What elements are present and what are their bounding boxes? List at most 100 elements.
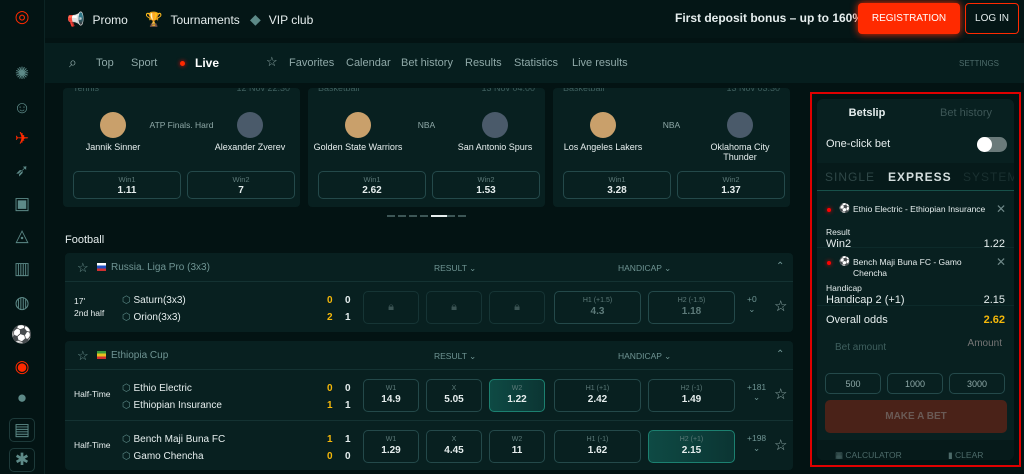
fortune-wheel-icon[interactable]: ◍ <box>11 292 33 314</box>
registration-button[interactable]: REGISTRATION <box>858 3 960 34</box>
casino-chip-icon[interactable]: ✺ <box>11 63 33 85</box>
target-icon[interactable]: ◉ <box>11 356 33 378</box>
more-markets-button[interactable]: +181 ⌄ <box>747 382 766 403</box>
odds-win1-button[interactable]: Win1 3.28 <box>563 171 671 199</box>
odds-button[interactable]: 🔒︎ <box>426 291 482 324</box>
league-header[interactable]: ☆ Russia. Liga Pro (3x3) RESULT ⌄ HANDICAP … <box>65 253 793 282</box>
type-express[interactable]: EXPRESS <box>888 170 952 184</box>
collapse-chevron-icon[interactable]: ⌃ <box>776 261 784 272</box>
search-icon[interactable]: ⌕ <box>69 54 77 71</box>
tab-betslip[interactable]: Betslip <box>817 99 917 127</box>
odds-button[interactable]: 🔒︎ <box>363 291 419 324</box>
odds-button[interactable]: H2 (+1) 2.15 <box>648 430 735 463</box>
favorite-star-icon[interactable]: ☆ <box>77 348 89 364</box>
match-row[interactable]: 17' 2nd half ⬡ Saturn(3x3) ⬡ Orion(3x3) 02… <box>65 282 793 332</box>
settings-button[interactable]: SETTINGS <box>959 59 999 68</box>
carousel-dot[interactable] <box>398 215 406 217</box>
match-row[interactable]: Half-Time ⬡ Ethio Electric ⬡ Ethiopian In… <box>65 370 793 420</box>
team2-name: Orion(3x3) <box>133 312 181 323</box>
odds-win1-button[interactable]: Win1 1.11 <box>73 171 181 199</box>
carousel-dot[interactable] <box>447 215 455 217</box>
nav-bet-history[interactable]: Bet history <box>401 57 453 69</box>
odds-win2-button[interactable]: Win2 7 <box>187 171 295 199</box>
carousel-dot[interactable] <box>420 215 428 217</box>
favorite-star-icon[interactable]: ☆ <box>77 260 89 276</box>
handicap-market-dropdown[interactable]: HANDICAP ⌄ <box>618 351 671 362</box>
odds-button[interactable]: H1 (-1) 1.62 <box>554 430 641 463</box>
favorite-star-icon[interactable]: ☆ <box>774 436 787 454</box>
odds-win1-button[interactable]: Win1 2.62 <box>318 171 426 199</box>
stake-500-button[interactable]: 500 <box>825 373 881 394</box>
carousel-dot[interactable] <box>387 215 395 217</box>
carousel-dot[interactable] <box>458 215 466 217</box>
aviator-plane-icon[interactable]: ✈ <box>11 128 33 150</box>
remove-bet-icon[interactable]: ✕ <box>996 202 1006 216</box>
odds-button[interactable]: W1 14.9 <box>363 379 419 412</box>
nav-statistics[interactable]: Statistics <box>514 57 558 69</box>
keno-icon[interactable]: ▥ <box>11 258 33 280</box>
uk-flag-icon[interactable]: ✱ <box>9 448 35 472</box>
live-dealer-icon[interactable]: ☺ <box>11 97 33 119</box>
nav-live-results[interactable]: Live results <box>572 57 628 69</box>
nav-results[interactable]: Results <box>465 57 502 69</box>
country-flag-icon <box>97 351 106 359</box>
logo-icon[interactable]: ◎ <box>11 6 33 28</box>
team-icon: ⬡ <box>122 312 134 323</box>
chat-icon[interactable]: ▤ <box>9 418 35 442</box>
odds-button[interactable]: H1 (+1) 2.42 <box>554 379 641 412</box>
result-market-dropdown[interactable]: RESULT ⌄ <box>434 351 476 362</box>
favorite-star-icon[interactable]: ☆ <box>774 385 787 403</box>
rocket-icon[interactable]: ➶ <box>11 160 33 182</box>
stake-3000-button[interactable]: 3000 <box>949 373 1005 394</box>
poker-icon[interactable]: ● <box>11 387 33 409</box>
type-system[interactable]: SYSTEM <box>963 170 1014 184</box>
collapse-chevron-icon[interactable]: ⌃ <box>776 349 784 360</box>
carousel-dot[interactable] <box>409 215 417 217</box>
favorite-star-icon[interactable]: ☆ <box>774 297 787 315</box>
tab-top[interactable]: Top <box>96 57 114 69</box>
odds-button[interactable]: W1 1.29 <box>363 430 419 463</box>
tab-bet-history[interactable]: Bet history <box>917 99 1014 127</box>
league-header[interactable]: ☆ Ethiopia Cup RESULT ⌄ HANDICAP ⌄ ⌃ <box>65 341 793 370</box>
tab-live[interactable]: Live <box>195 56 219 70</box>
score-team2-half: 1 <box>327 400 333 411</box>
nav-tournaments[interactable]: 🏆 Tournaments <box>145 11 240 28</box>
type-single[interactable]: SINGLE <box>825 170 875 184</box>
clear-button[interactable]: ▮ CLEAR <box>948 450 983 460</box>
tab-sport[interactable]: Sport <box>131 57 157 69</box>
more-markets-button[interactable]: +198 ⌄ <box>747 433 766 454</box>
odds-win2-button[interactable]: Win2 1.53 <box>432 171 540 199</box>
bet-match: Bench Maji Buna FC - Gamo Chencha <box>853 257 962 278</box>
result-market-dropdown[interactable]: RESULT ⌄ <box>434 263 476 274</box>
odds-button[interactable]: W2 11 <box>489 430 545 463</box>
football-icon[interactable]: ⚽ <box>11 324 33 346</box>
carousel-dot[interactable] <box>431 215 447 217</box>
calculator-button[interactable]: ▦ CALCULATOR <box>835 450 902 460</box>
featured-match-card[interactable]: Basketball 13 Nov 03:30 Los Angeles Laker… <box>553 88 790 207</box>
odds-button[interactable]: W2 1.22 <box>489 379 545 412</box>
nav-favorites[interactable]: Favorites <box>289 57 334 69</box>
odds-button[interactable]: 🔒︎ <box>489 291 545 324</box>
remove-bet-icon[interactable]: ✕ <box>996 255 1006 269</box>
lottery-icon[interactable]: ◬ <box>11 225 33 247</box>
nav-promo[interactable]: 📢 Promo <box>67 11 128 28</box>
odds-button[interactable]: H2 (-1.5) 1.18 <box>648 291 735 324</box>
odds-button[interactable]: H2 (-1) 1.49 <box>648 379 735 412</box>
odds-win2-button[interactable]: Win2 1.37 <box>677 171 785 199</box>
match-row[interactable]: Half-Time ⬡ Bench Maji Buna FC ⬡ Gamo Che… <box>65 420 793 470</box>
nav-calendar[interactable]: Calendar <box>346 57 391 69</box>
make-bet-button[interactable]: MAKE A BET <box>825 400 1007 433</box>
tv-games-icon[interactable]: ▣ <box>11 193 33 215</box>
odds-button[interactable]: X 4.45 <box>426 430 482 463</box>
featured-match-card[interactable]: Basketball 13 Nov 04:00 Golden State Warr… <box>308 88 545 207</box>
login-button[interactable]: LOG IN <box>965 3 1019 34</box>
odds-button[interactable]: X 5.05 <box>426 379 482 412</box>
more-markets-button[interactable]: +0 ⌄ <box>747 294 757 315</box>
nav-vip-club[interactable]: ◆ VIP club <box>250 11 313 28</box>
handicap-market-dropdown[interactable]: HANDICAP ⌄ <box>618 263 671 274</box>
featured-match-card[interactable]: Tennis 12 Nov 22:30 Jannik Sinner ATP Fin… <box>63 88 300 207</box>
stake-1000-button[interactable]: 1000 <box>887 373 943 394</box>
bet-amount-input[interactable] <box>922 338 1002 349</box>
odds-button[interactable]: H1 (+1.5) 4.3 <box>554 291 641 324</box>
one-click-toggle[interactable] <box>977 137 1007 152</box>
